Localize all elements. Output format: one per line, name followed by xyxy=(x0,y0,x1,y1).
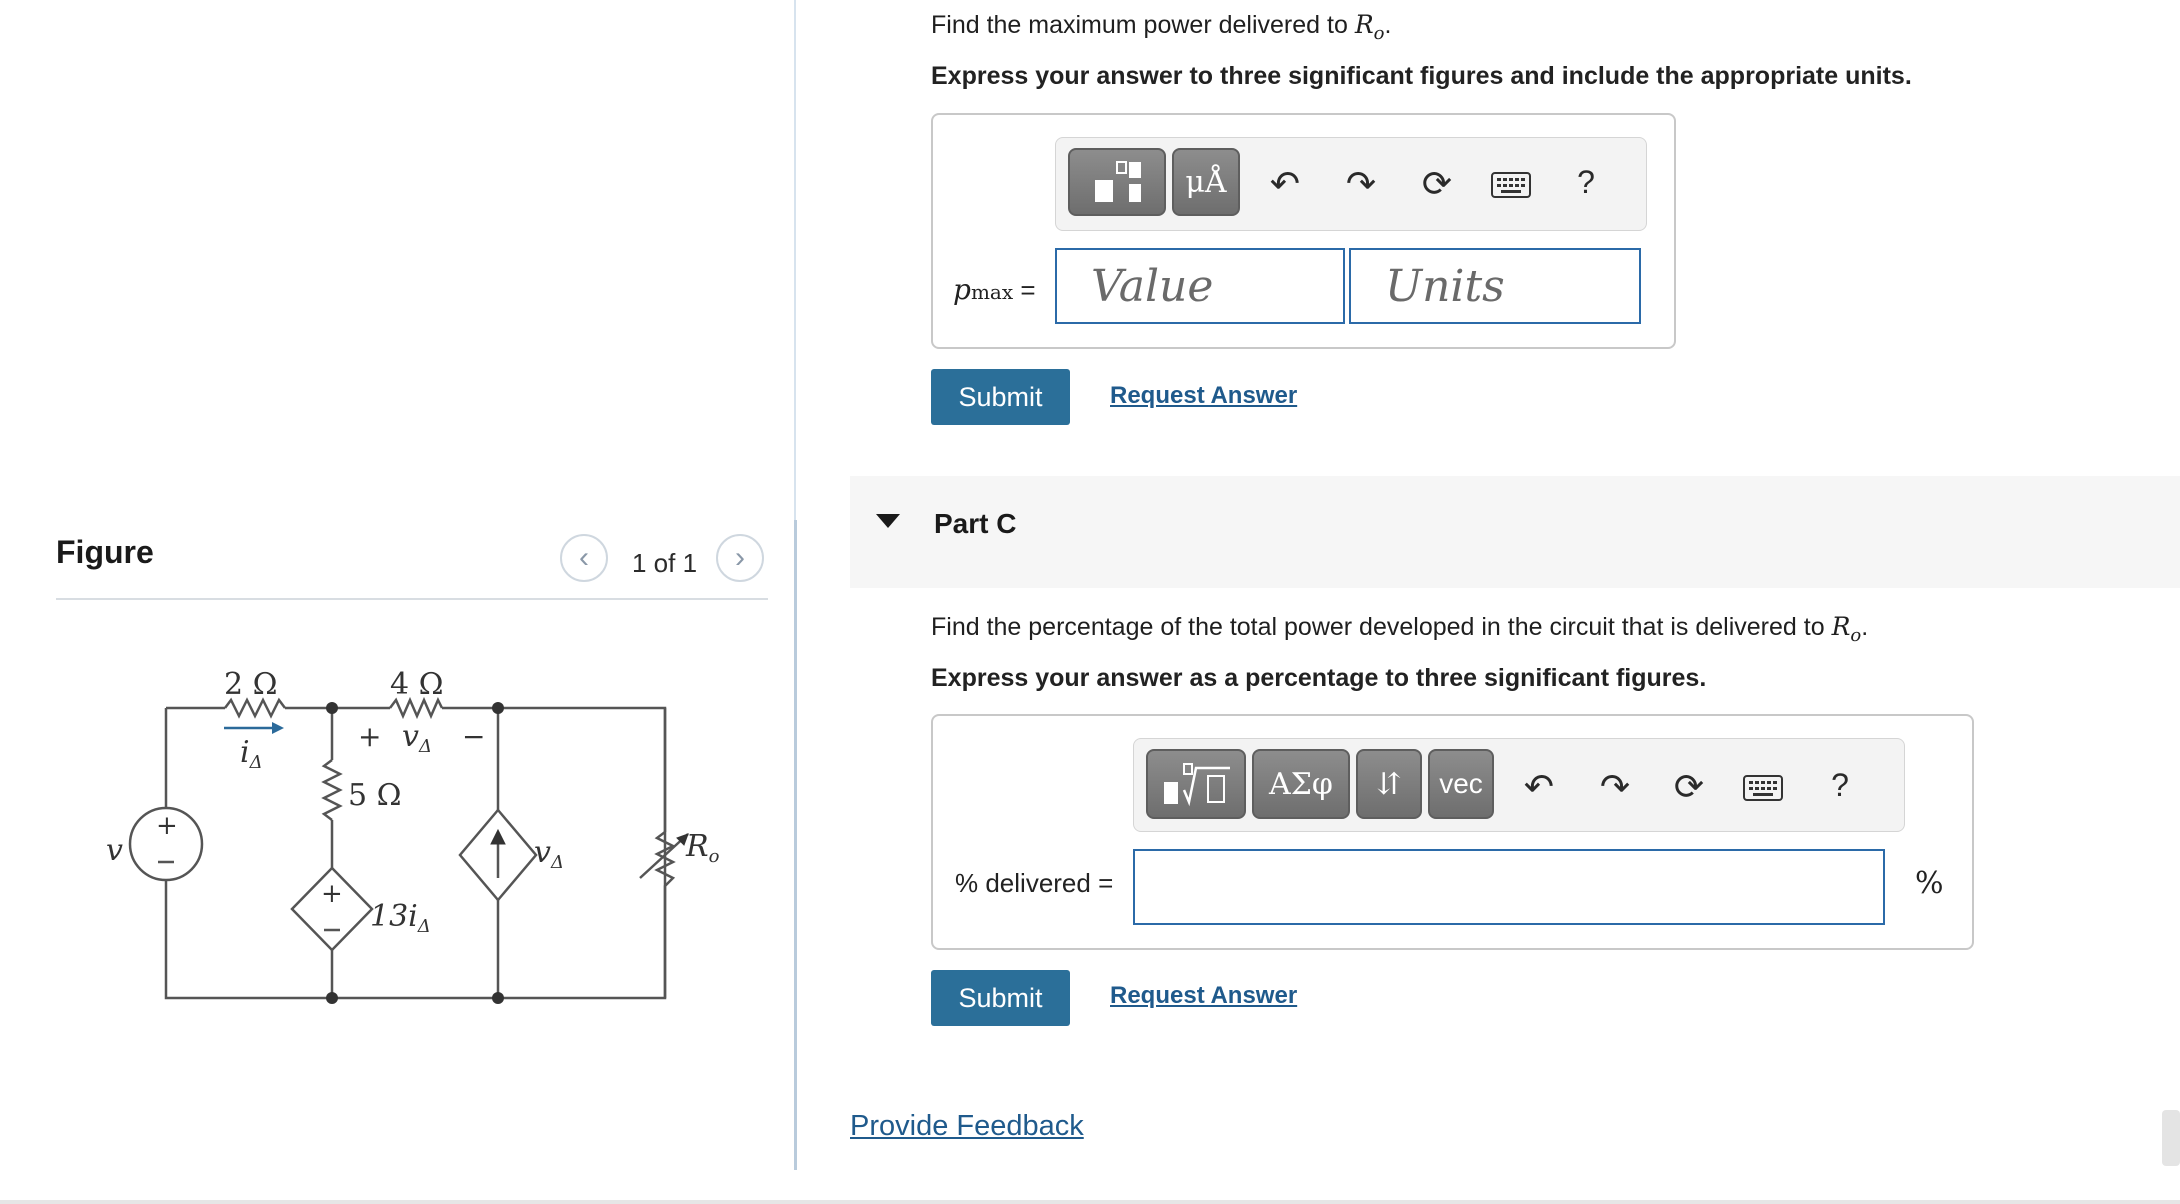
question-variable: Ro xyxy=(1354,10,1385,44)
value-input[interactable]: Value xyxy=(1055,248,1345,324)
redo-icon[interactable]: ↷ xyxy=(1590,763,1640,811)
question-variable: Ro xyxy=(1831,612,1862,646)
vector-button[interactable]: vec xyxy=(1428,749,1494,819)
ia-arrow-head xyxy=(272,722,284,734)
partc-question: Find the percentage of the total power d… xyxy=(931,612,1869,646)
dep-source-plus: + xyxy=(321,879,343,909)
resistor-5ohm xyxy=(321,759,343,821)
label-ia: iΔ xyxy=(240,735,263,773)
keyboard-icon[interactable] xyxy=(1486,168,1536,202)
reset-icon[interactable]: ⟳ xyxy=(1664,763,1714,811)
reset-icon[interactable]: ⟳ xyxy=(1412,160,1462,208)
help-button[interactable]: ? xyxy=(1566,158,1606,206)
percent-delivered-input[interactable] xyxy=(1133,849,1885,925)
resistor-2ohm xyxy=(224,697,286,719)
label-va-minus: − xyxy=(462,720,485,753)
label-ro: Ro xyxy=(685,829,720,867)
resistor-ro xyxy=(654,831,676,998)
undo-icon[interactable]: ↶ xyxy=(1260,160,1310,208)
partb-submit-button[interactable]: Submit xyxy=(931,369,1070,425)
node xyxy=(492,992,504,1004)
resistor-4ohm xyxy=(389,696,444,720)
partc-header[interactable] xyxy=(850,476,2180,588)
partb-toolbar: μÅ ↶ ↷ ⟳ ? xyxy=(1055,137,1647,231)
node xyxy=(326,702,338,714)
label-2ohm: 2 Ω xyxy=(224,667,278,702)
greek-symbols-button[interactable]: ΑΣφ xyxy=(1252,749,1350,819)
partb-request-answer-link[interactable]: Request Answer xyxy=(1110,382,1297,410)
label-va: vΔ xyxy=(402,719,432,757)
partc-toolbar: ΑΣφ ⇵ vec ↶ ↷ ⟳ ? xyxy=(1133,738,1905,832)
templates-sqrt-icon xyxy=(1164,763,1230,807)
percent-delivered-label: % delivered = xyxy=(955,868,1114,898)
label-va-plus: + xyxy=(358,720,381,753)
source-plus: + xyxy=(156,811,178,841)
label-13ia: 13iΔ xyxy=(370,899,431,937)
subscript-superscript-button[interactable]: ⇵ xyxy=(1356,749,1422,819)
undo-icon[interactable]: ↶ xyxy=(1514,763,1564,811)
figure-page-count: 1 of 1 xyxy=(632,548,698,578)
pmax-label: pmax = xyxy=(953,273,1036,306)
help-button[interactable]: ? xyxy=(1820,761,1860,809)
figure-title: Figure xyxy=(56,534,154,570)
label-v: v xyxy=(106,833,123,868)
label-4ohm: 4 Ω xyxy=(390,667,444,702)
partc-submit-button[interactable]: Submit xyxy=(931,970,1070,1026)
partc-title: Part C xyxy=(934,508,1017,539)
templates-button[interactable] xyxy=(1068,148,1166,216)
partb-question: Find the maximum power delivered to Ro. xyxy=(931,10,1392,44)
chevron-left-icon: ‹ xyxy=(579,541,589,574)
redo-icon[interactable]: ↷ xyxy=(1336,160,1386,208)
previous-figure-button[interactable]: ‹ xyxy=(560,534,608,582)
templates-icon xyxy=(1095,161,1141,202)
partb-answer-box: μÅ ↶ ↷ ⟳ ? pmax = Value Units xyxy=(931,113,1676,349)
partb-instruction: Express your answer to three significant… xyxy=(931,62,1912,90)
templates-button[interactable] xyxy=(1146,749,1246,819)
partc-instruction: Express your answer as a percentage to t… xyxy=(931,664,1707,692)
label-va-current: vΔ xyxy=(534,835,564,873)
scrollbar-thumb[interactable] xyxy=(2162,1110,2180,1166)
circuit-diagram: + + 2 Ω 4 Ω 5 Ω iΔ + vΔ − v 13iΔ vΔ Ro xyxy=(106,667,720,1004)
bottom-border xyxy=(0,1200,2180,1204)
partc-request-answer-link[interactable]: Request Answer xyxy=(1110,982,1297,1010)
figure-divider xyxy=(56,598,768,600)
label-5ohm: 5 Ω xyxy=(348,778,402,813)
units-input[interactable]: Units xyxy=(1349,248,1641,324)
caret-down-icon[interactable] xyxy=(876,514,900,528)
node xyxy=(492,702,504,714)
node xyxy=(326,992,338,1004)
keyboard-icon[interactable] xyxy=(1738,771,1788,805)
next-figure-button[interactable]: › xyxy=(716,534,764,582)
percent-unit: % xyxy=(1915,866,1944,901)
partc-answer-box: ΑΣφ ⇵ vec ↶ ↷ ⟳ ? % delivered = % xyxy=(931,714,1974,950)
panel-splitter[interactable] xyxy=(794,520,797,1170)
provide-feedback-link[interactable]: Provide Feedback xyxy=(850,1110,1084,1143)
units-button[interactable]: μÅ xyxy=(1172,148,1240,216)
chevron-right-icon: › xyxy=(735,541,745,574)
